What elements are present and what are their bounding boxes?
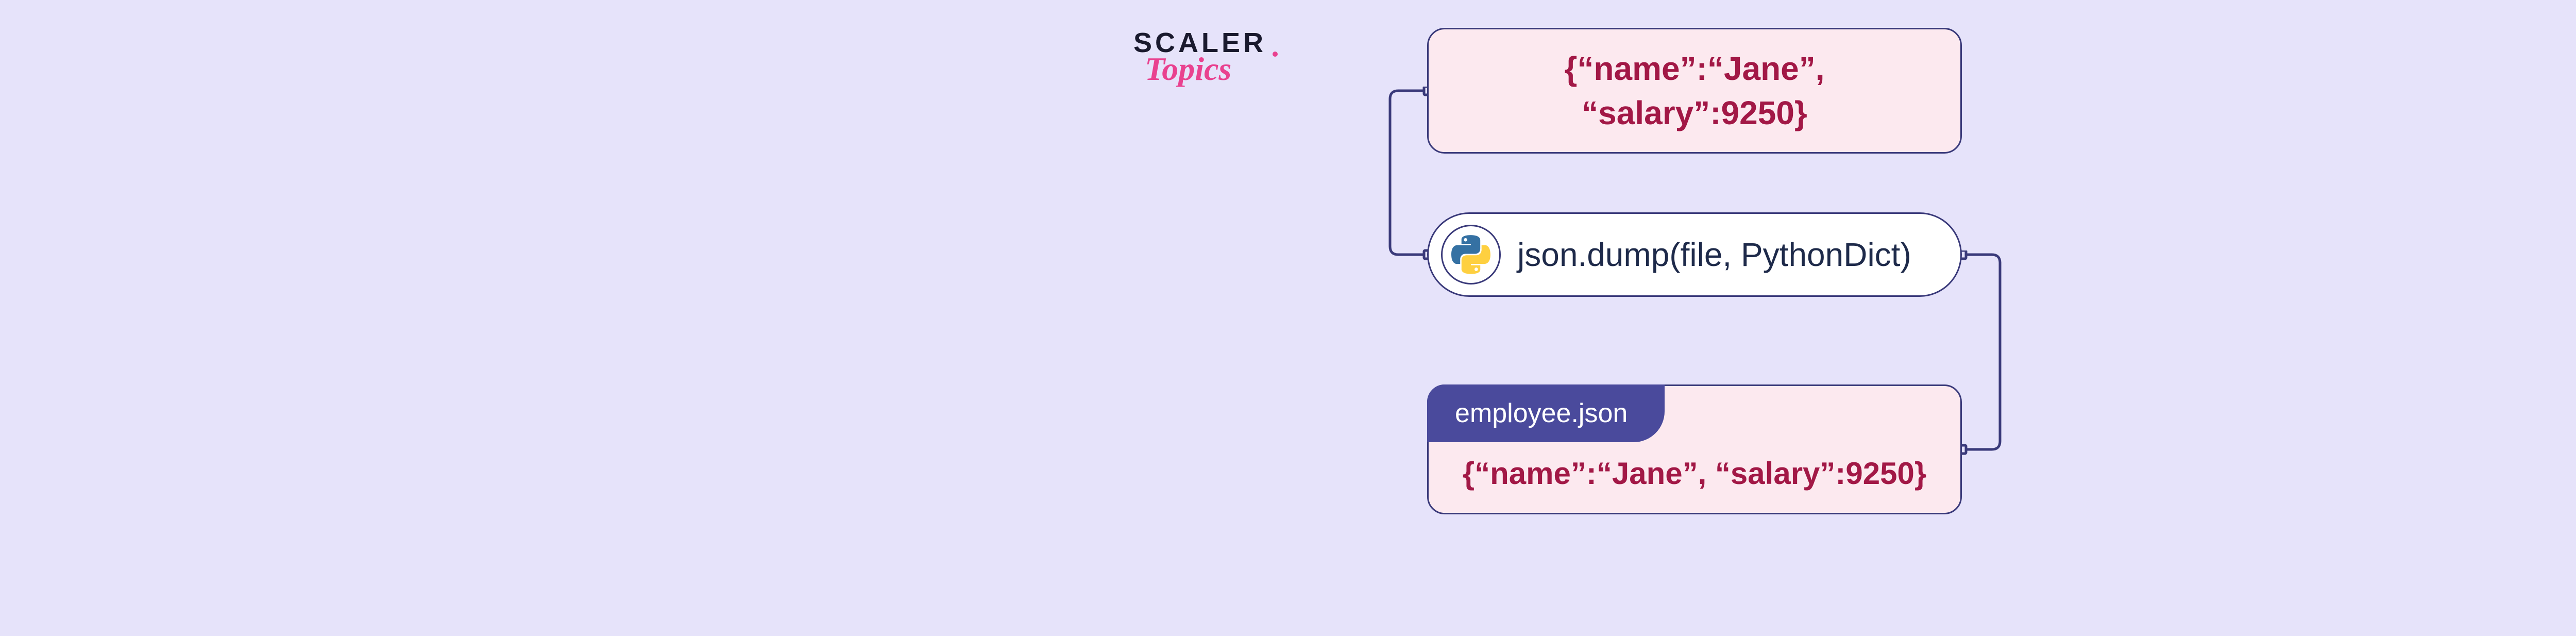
python-dict-box: {“name”:“Jane”, “salary”:9250} <box>1427 28 1962 154</box>
scaler-topics-logo: SCALER Topics <box>1133 29 1266 86</box>
python-dict-content: {“name”:“Jane”, “salary”:9250} <box>1564 46 1824 136</box>
connector-input-to-function <box>1381 87 1432 262</box>
python-logo-icon <box>1441 225 1501 284</box>
logo-dot-icon <box>1273 52 1278 57</box>
dict-line-1: {“name”:“Jane”, <box>1564 50 1824 87</box>
output-file-box: employee.json {“name”:“Jane”, “salary”:9… <box>1427 384 1962 514</box>
dict-line-2: “salary”:9250} <box>1582 94 1807 131</box>
connector-function-to-output <box>1958 250 2009 457</box>
output-json-content: {“name”:“Jane”, “salary”:9250} <box>1429 453 1960 494</box>
json-dump-function-box: json.dump(file, PythonDict) <box>1427 212 1962 297</box>
function-call-text: json.dump(file, PythonDict) <box>1517 236 1911 274</box>
diagram-stage: SCALER Topics {“name”:“Jane”, “salary”:9… <box>680 0 2411 636</box>
output-filename-tab: employee.json <box>1427 384 1665 442</box>
